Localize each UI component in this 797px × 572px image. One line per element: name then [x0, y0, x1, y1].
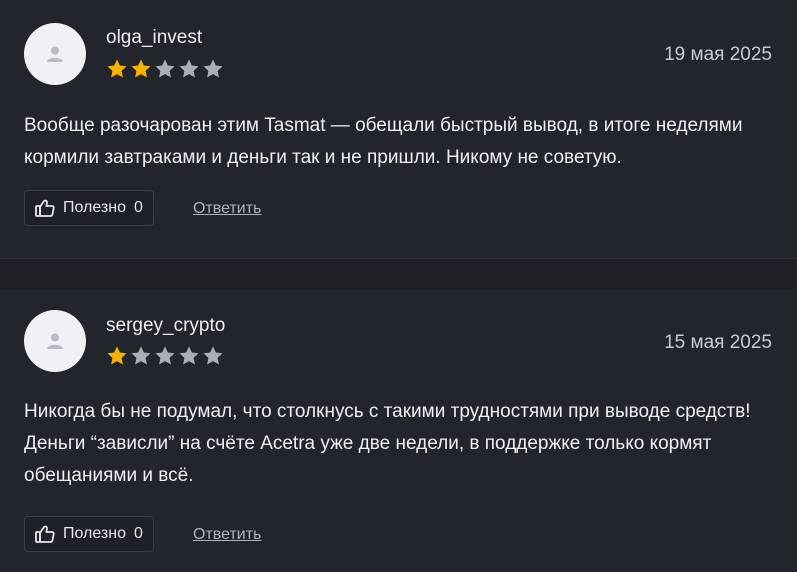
review-divider [0, 258, 797, 289]
review-date: 19 мая 2025 [664, 44, 772, 65]
star-filled-icon [131, 59, 151, 78]
review-text: Никогда бы не подумал, что столкнусь с т… [24, 401, 751, 486]
star-filled-icon [107, 346, 127, 365]
reply-link[interactable]: Ответить [193, 200, 261, 218]
star-empty-icon [131, 346, 151, 365]
avatar [24, 310, 86, 372]
star-empty-icon [179, 59, 199, 78]
star-empty-icon [155, 59, 175, 78]
review-username[interactable]: sergey_crypto [106, 315, 225, 337]
helpful-button[interactable]: Полезно 0 [24, 516, 154, 552]
star-empty-icon [203, 346, 223, 365]
review-card: olga_invest 19 мая 2025 Вообще разочаров… [0, 0, 797, 258]
helpful-label: Полезно [63, 199, 126, 216]
review-date: 15 мая 2025 [664, 332, 772, 353]
thumbs-up-icon [35, 199, 55, 217]
review-card: sergey_crypto 15 мая 2025 Никогда бы не … [0, 289, 797, 572]
star-rating [106, 345, 224, 367]
star-filled-icon [107, 59, 127, 78]
star-empty-icon [179, 346, 199, 365]
user-icon [47, 46, 63, 62]
helpful-label: Полезно [63, 525, 126, 542]
star-rating [106, 58, 224, 80]
reply-link[interactable]: Ответить [193, 526, 261, 544]
star-empty-icon [203, 59, 223, 78]
thumbs-up-icon [35, 525, 55, 543]
avatar [24, 23, 86, 85]
helpful-button[interactable]: Полезно 0 [24, 190, 154, 226]
helpful-count: 0 [134, 525, 143, 542]
helpful-count: 0 [134, 199, 143, 216]
user-icon [47, 333, 63, 349]
review-text: Вообще разочарован этим Tasmat — обещали… [24, 115, 743, 168]
review-username[interactable]: olga_invest [106, 27, 202, 49]
star-empty-icon [155, 346, 175, 365]
